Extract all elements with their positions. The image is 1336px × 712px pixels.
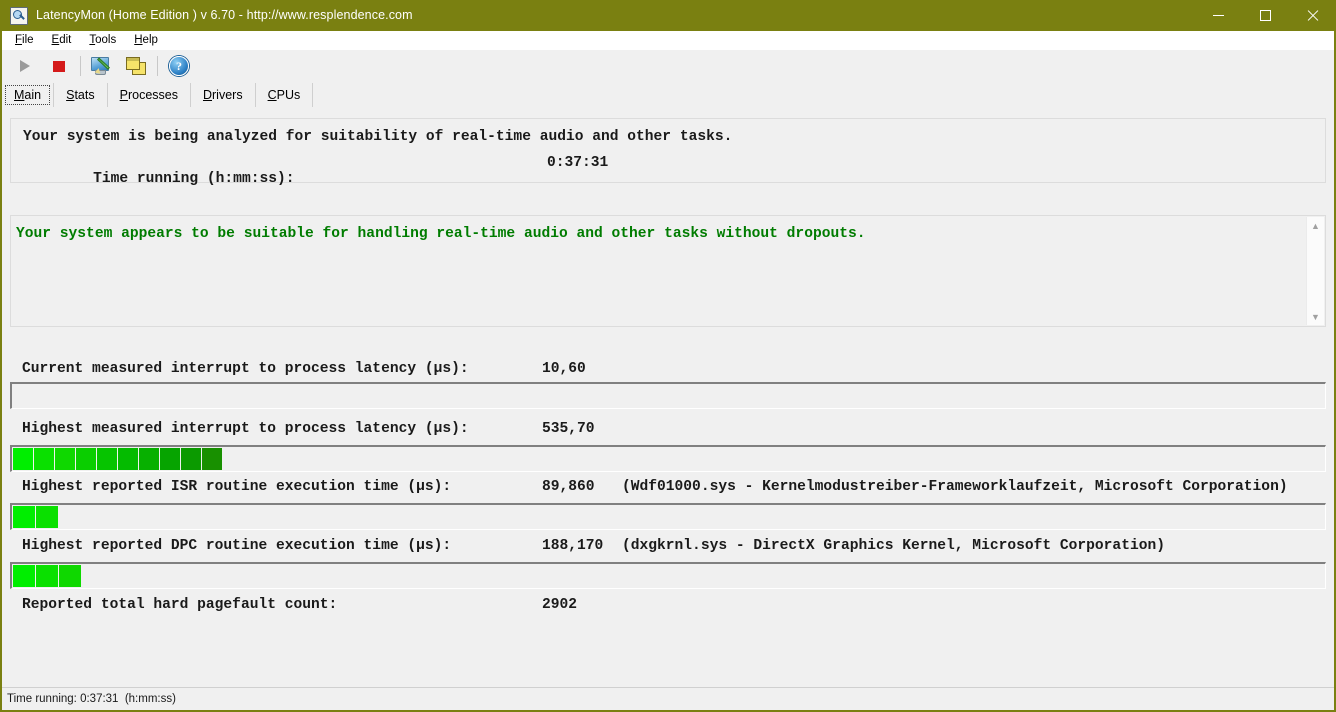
stop-icon xyxy=(53,61,65,72)
pagefault-label: Reported total hard pagefault count: xyxy=(22,597,337,613)
tab-strip: Main Stats Processes Drivers CPUs xyxy=(2,82,1334,108)
bar-segment xyxy=(139,448,160,470)
metric-label: Highest measured interrupt to process la… xyxy=(22,421,469,437)
pagefault-row: Reported total hard pagefault count: 290… xyxy=(10,593,1326,621)
bar-segment xyxy=(13,565,36,587)
analysis-info-panel: Your system is being analyzed for suitab… xyxy=(10,118,1326,183)
minimize-icon xyxy=(1213,15,1224,16)
menu-bar: File Edit Tools Help xyxy=(2,31,1334,51)
metric-value: 10,60 xyxy=(542,361,586,377)
toolbar-separator xyxy=(157,56,158,76)
metric-label: Current measured interrupt to process la… xyxy=(22,361,469,377)
tab-main[interactable]: Main xyxy=(2,83,54,107)
metric-row: Highest measured interrupt to process la… xyxy=(10,417,1326,445)
metric-bar xyxy=(10,382,1326,409)
chevron-down-icon[interactable]: ▼ xyxy=(1307,308,1324,325)
bar-segment xyxy=(36,565,59,587)
main-tab-content: Your system is being analyzed for suitab… xyxy=(2,107,1334,688)
title-bar: LatencyMon (Home Edition ) v 6.70 - http… xyxy=(0,0,1336,31)
metric-row: Highest reported ISR routine execution t… xyxy=(10,475,1326,503)
verdict-text: Your system appears to be suitable for h… xyxy=(16,226,866,242)
bar-segment xyxy=(202,448,223,470)
metric-driver-info: (dxgkrnl.sys - DirectX Graphics Kernel, … xyxy=(622,538,1165,554)
tab-stats[interactable]: Stats xyxy=(54,83,108,107)
metric-value: 89,860 xyxy=(542,479,595,495)
windows-button[interactable] xyxy=(119,51,153,81)
window-controls xyxy=(1195,0,1336,31)
bar-segment xyxy=(181,448,202,470)
menu-item-file[interactable]: File xyxy=(6,31,43,50)
bar-segment xyxy=(76,448,97,470)
resize-grip-icon[interactable] xyxy=(1318,694,1332,708)
help-button[interactable]: ? xyxy=(162,51,196,81)
menu-item-tools[interactable]: Tools xyxy=(80,31,125,50)
time-running-value: 0:37:31 xyxy=(547,155,608,171)
bar-segment xyxy=(160,448,181,470)
metric-value: 535,70 xyxy=(542,421,595,437)
bar-segment xyxy=(97,448,118,470)
status-text: Time running: 0:37:31 (h:mm:ss) xyxy=(2,693,176,705)
tab-drivers[interactable]: Drivers xyxy=(191,83,256,107)
maximize-icon xyxy=(1260,10,1271,21)
bar-segment xyxy=(55,448,76,470)
latencymon-icon xyxy=(10,7,28,25)
metric-row: Highest reported DPC routine execution t… xyxy=(10,534,1326,562)
toolbar-separator xyxy=(80,56,81,76)
chevron-up-icon[interactable]: ▲ xyxy=(1307,217,1324,234)
minimize-button[interactable] xyxy=(1195,0,1242,31)
bar-segment xyxy=(118,448,139,470)
metric-bar-fill xyxy=(13,448,223,470)
metric-row: Current measured interrupt to process la… xyxy=(10,357,1326,385)
bar-segment xyxy=(13,506,36,528)
menu-item-edit[interactable]: Edit xyxy=(43,31,81,50)
metric-bar xyxy=(10,503,1326,530)
bar-segment xyxy=(59,565,82,587)
close-icon xyxy=(1306,9,1319,22)
system-info-button[interactable] xyxy=(85,51,119,81)
metric-label: Highest reported DPC routine execution t… xyxy=(22,538,451,554)
monitor-pen-icon xyxy=(91,56,113,76)
metric-value: 188,170 xyxy=(542,538,603,554)
menu-item-help[interactable]: Help xyxy=(125,31,167,50)
status-bar: Time running: 0:37:31 (h:mm:ss) xyxy=(2,687,1334,710)
metric-bar-fill xyxy=(13,506,59,528)
analysis-status-line: Your system is being analyzed for suitab… xyxy=(23,129,732,145)
bar-segment xyxy=(13,448,34,470)
pagefault-value: 2902 xyxy=(542,597,577,613)
bar-segment xyxy=(34,448,55,470)
bar-segment xyxy=(36,506,59,528)
tab-processes[interactable]: Processes xyxy=(108,83,191,107)
metric-driver-info: (Wdf01000.sys - Kernelmodustreiber-Frame… xyxy=(622,479,1288,495)
verdict-scrollbar[interactable]: ▲ ▼ xyxy=(1306,217,1324,325)
start-monitoring-button[interactable] xyxy=(8,51,42,81)
metric-bar xyxy=(10,562,1326,589)
time-running-row: Time running (h:mm:ss): 0:37:31 xyxy=(23,155,295,219)
help-icon: ? xyxy=(169,56,189,76)
tab-cpus[interactable]: CPUs xyxy=(256,83,314,107)
verdict-panel: Your system appears to be suitable for h… xyxy=(10,215,1326,327)
metric-bar xyxy=(10,445,1326,472)
toolbar: ? xyxy=(2,50,1334,82)
metric-label: Highest reported ISR routine execution t… xyxy=(22,479,451,495)
maximize-button[interactable] xyxy=(1242,0,1289,31)
close-button[interactable] xyxy=(1289,0,1336,31)
stop-monitoring-button[interactable] xyxy=(42,51,76,81)
metric-bar-fill xyxy=(13,565,82,587)
time-running-label: Time running (h:mm:ss): xyxy=(93,171,294,187)
stacked-windows-icon xyxy=(126,57,146,75)
window-title: LatencyMon (Home Edition ) v 6.70 - http… xyxy=(36,0,413,31)
latencymon-window: LatencyMon (Home Edition ) v 6.70 - http… xyxy=(0,0,1336,712)
play-icon xyxy=(20,60,30,72)
